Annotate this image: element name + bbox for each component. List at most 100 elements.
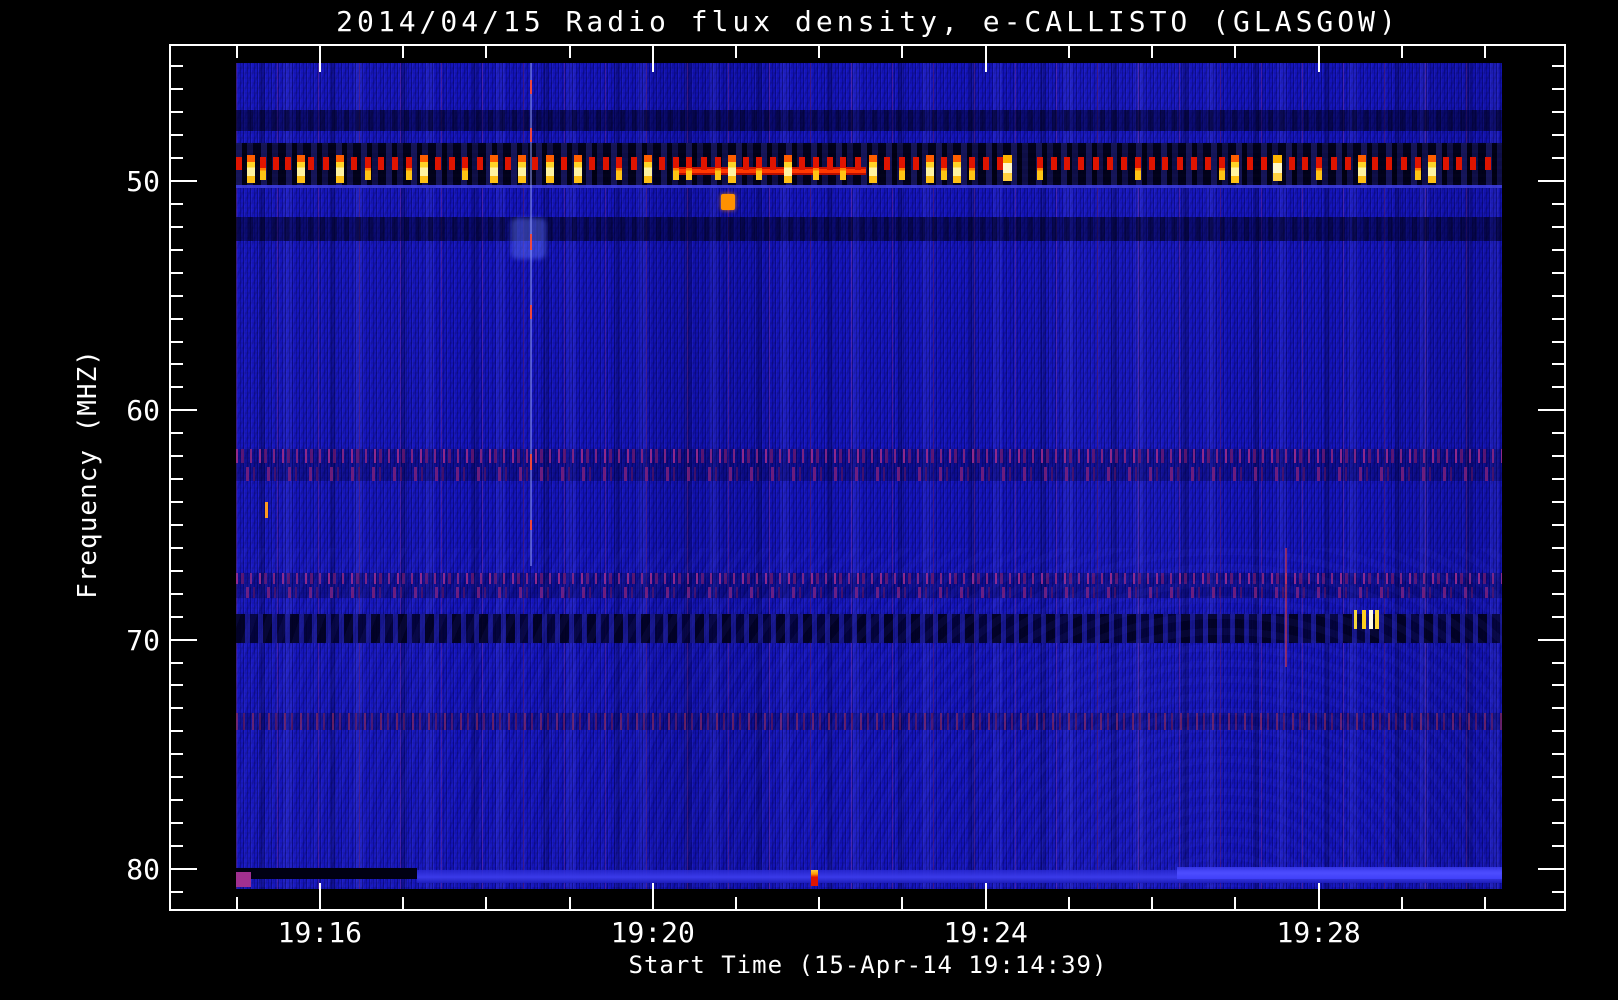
y-minor-tick	[170, 523, 183, 526]
y-minor-tick	[1552, 569, 1565, 572]
y-major-tick	[1538, 867, 1565, 870]
y-major-tick	[1538, 179, 1565, 182]
y-minor-tick	[1552, 157, 1565, 160]
y-minor-tick	[1552, 890, 1565, 893]
y-minor-tick	[1552, 661, 1565, 664]
rfi-pulse	[869, 155, 878, 184]
y-minor-tick	[1552, 776, 1565, 779]
rfi-pulse	[335, 155, 344, 184]
rfi-pulse	[616, 157, 623, 183]
x-minor-tick	[568, 45, 571, 58]
y-minor-tick	[170, 294, 183, 297]
y-minor-tick	[1552, 730, 1565, 733]
rfi-pulse	[322, 157, 329, 171]
rfi-pulse	[1357, 155, 1366, 184]
y-minor-tick	[170, 432, 183, 435]
rfi-pulse	[1050, 157, 1057, 171]
y-minor-tick	[1552, 501, 1565, 504]
rfi-pulse	[377, 157, 384, 171]
y-minor-tick	[170, 111, 183, 114]
spectrogram-page: 2014/04/15 Radio flux density, e-CALLIST…	[0, 0, 1618, 1000]
y-major-tick	[1538, 409, 1565, 412]
rfi-pulse	[1002, 155, 1012, 182]
band-shade_dark	[235, 109, 1502, 131]
rfi-pulse	[756, 157, 763, 183]
rfi-pulse	[812, 157, 819, 183]
rfi-pulse	[658, 157, 665, 171]
rfi-pulse	[504, 157, 511, 171]
x-minor-tick	[1151, 45, 1154, 58]
rfi-pulse	[272, 157, 279, 171]
x-minor-tick	[901, 45, 904, 58]
x-minor-tick	[485, 897, 488, 910]
y-minor-tick	[1552, 546, 1565, 549]
rfi-pulse	[532, 157, 539, 171]
y-minor-tick	[170, 248, 183, 251]
rfi-pulse	[1149, 157, 1156, 171]
rfi-pulse	[1400, 157, 1407, 171]
rfi-pulse	[435, 157, 441, 171]
y-minor-tick	[170, 134, 183, 137]
rfi-pulse	[476, 157, 483, 171]
rfi-pulse	[350, 157, 357, 171]
rfi-pulse	[727, 155, 736, 184]
y-minor-tick	[1552, 111, 1565, 114]
feature-vline_red	[1285, 547, 1288, 668]
y-minor-tick	[1552, 455, 1565, 458]
y-minor-tick	[1552, 523, 1565, 526]
rfi-pulse	[742, 157, 749, 171]
rfi-pulse	[1092, 157, 1099, 171]
rfi-pulse	[840, 157, 847, 183]
y-minor-tick	[1552, 271, 1565, 274]
y-minor-tick	[1552, 432, 1565, 435]
vline-red-dash	[529, 233, 532, 250]
rfi-pulse	[630, 157, 637, 171]
x-tick-label: 19:16	[277, 916, 362, 949]
feature-yellow_spots	[1353, 609, 1382, 630]
rfi-pulse	[770, 157, 777, 171]
feature-magenta_blob	[235, 872, 251, 888]
rfi-pulse	[588, 157, 595, 171]
y-minor-tick	[1552, 684, 1565, 687]
x-minor-tick	[818, 897, 821, 910]
y-minor-tick	[170, 88, 183, 91]
chart-title: 2014/04/15 Radio flux density, e-CALLIST…	[336, 5, 1400, 38]
rfi-pulse	[1484, 157, 1491, 171]
rfi-pulse	[405, 157, 412, 183]
y-minor-tick	[170, 730, 183, 733]
rfi-pulse	[1414, 157, 1421, 183]
y-minor-tick	[1552, 65, 1565, 68]
rfi-pulse	[1036, 157, 1043, 183]
y-minor-tick	[1552, 88, 1565, 91]
y-minor-tick	[1552, 363, 1565, 366]
rfi-pulse	[518, 155, 527, 184]
rfi-pulse	[308, 157, 315, 171]
rfi-pulse	[783, 155, 792, 184]
x-minor-tick	[1400, 45, 1403, 58]
rfi-pulse	[1135, 157, 1141, 183]
rfi-pulse	[260, 157, 267, 183]
y-minor-tick	[170, 569, 183, 572]
x-minor-tick	[402, 45, 405, 58]
x-minor-tick	[485, 45, 488, 58]
rfi-pulse	[1231, 155, 1240, 184]
x-major-tick	[318, 883, 321, 910]
x-minor-tick	[235, 897, 238, 910]
rfi-pulse	[1176, 157, 1183, 171]
y-minor-tick	[170, 684, 183, 687]
rfi-pulse	[700, 157, 707, 171]
y-major-tick	[170, 638, 197, 641]
background-moire-texture	[235, 547, 1502, 888]
rfi-pulse	[1190, 157, 1197, 171]
rfi-pulse	[391, 157, 398, 171]
y-minor-tick	[1552, 202, 1565, 205]
y-minor-tick	[1552, 386, 1565, 389]
rfi-pulse	[603, 157, 610, 171]
rfi-pulse	[686, 157, 693, 183]
rfi-pulse	[1288, 157, 1295, 171]
x-major-tick	[318, 45, 321, 72]
y-minor-tick	[1552, 340, 1565, 343]
y-minor-tick	[170, 478, 183, 481]
y-minor-tick	[170, 340, 183, 343]
y-tick-label: 70	[126, 623, 160, 657]
